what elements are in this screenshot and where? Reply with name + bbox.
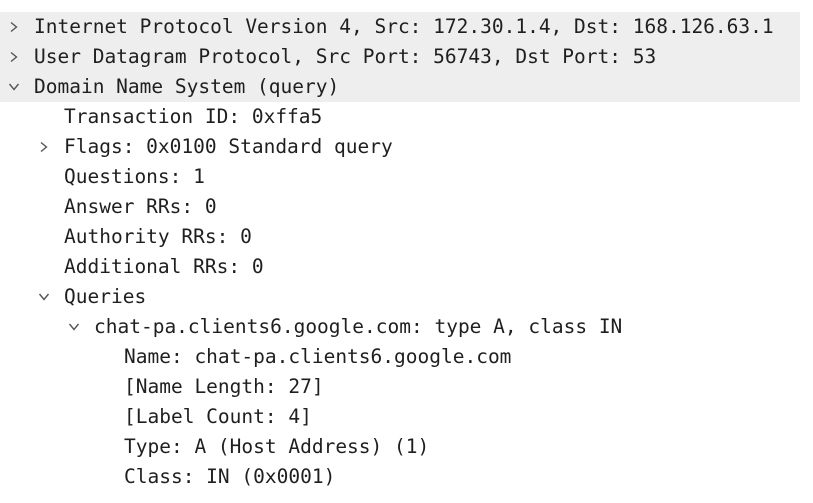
tree-row-queries[interactable]: Queries (0, 282, 800, 312)
tree-row-ipv4[interactable]: Internet Protocol Version 4, Src: 172.30… (0, 12, 800, 42)
tree-row-label: Authority RRs: 0 (64, 225, 252, 248)
tree-row-label: User Datagram Protocol, Src Port: 56743,… (34, 45, 657, 68)
tree-row-query-class[interactable]: Class: IN (0x0001) (0, 462, 800, 492)
tree-row-label: Internet Protocol Version 4, Src: 172.30… (34, 15, 774, 38)
tree-row-flags[interactable]: Flags: 0x0100 Standard query (0, 132, 800, 162)
tree-row-label-count[interactable]: [Label Count: 4] (0, 402, 800, 432)
chevron-right-icon[interactable] (34, 132, 54, 162)
tree-row-label: Class: IN (0x0001) (124, 465, 336, 488)
tree-row-transaction-id[interactable]: Transaction ID: 0xffa5 (0, 102, 800, 132)
tree-row-label: [Label Count: 4] (124, 405, 312, 428)
tree-row-authority-rrs[interactable]: Authority RRs: 0 (0, 222, 800, 252)
tree-row-label: Name: chat-pa.clients6.google.com (124, 345, 512, 368)
tree-row-name-length[interactable]: [Name Length: 27] (0, 372, 800, 402)
tree-row-label: Type: A (Host Address) (1) (124, 435, 430, 458)
tree-row-label: [Name Length: 27] (124, 375, 324, 398)
tree-row-query-name[interactable]: Name: chat-pa.clients6.google.com (0, 342, 800, 372)
tree-row-answer-rrs[interactable]: Answer RRs: 0 (0, 192, 800, 222)
chevron-right-icon[interactable] (4, 42, 24, 72)
tree-row-dns[interactable]: Domain Name System (query) (0, 72, 800, 102)
tree-row-label: Questions: 1 (64, 165, 205, 188)
tree-row-label: Domain Name System (query) (34, 75, 340, 98)
chevron-down-icon[interactable] (64, 312, 84, 342)
tree-row-query-entry[interactable]: chat-pa.clients6.google.com: type A, cla… (0, 312, 800, 342)
tree-row-questions[interactable]: Questions: 1 (0, 162, 800, 192)
tree-row-label: Flags: 0x0100 Standard query (64, 135, 393, 158)
chevron-right-icon[interactable] (4, 12, 24, 42)
tree-row-udp[interactable]: User Datagram Protocol, Src Port: 56743,… (0, 42, 800, 72)
tree-row-label: Queries (64, 285, 147, 308)
tree-row-label: Answer RRs: 0 (64, 195, 217, 218)
tree-row-query-type[interactable]: Type: A (Host Address) (1) (0, 432, 800, 462)
tree-row-label: Transaction ID: 0xffa5 (64, 105, 323, 128)
tree-row-label: Additional RRs: 0 (64, 255, 264, 278)
tree-row-additional-rrs[interactable]: Additional RRs: 0 (0, 252, 800, 282)
chevron-down-icon[interactable] (4, 72, 24, 102)
packet-details-tree: Internet Protocol Version 4, Src: 172.30… (0, 12, 800, 492)
tree-row-label: chat-pa.clients6.google.com: type A, cla… (94, 315, 623, 338)
chevron-down-icon[interactable] (34, 282, 54, 312)
